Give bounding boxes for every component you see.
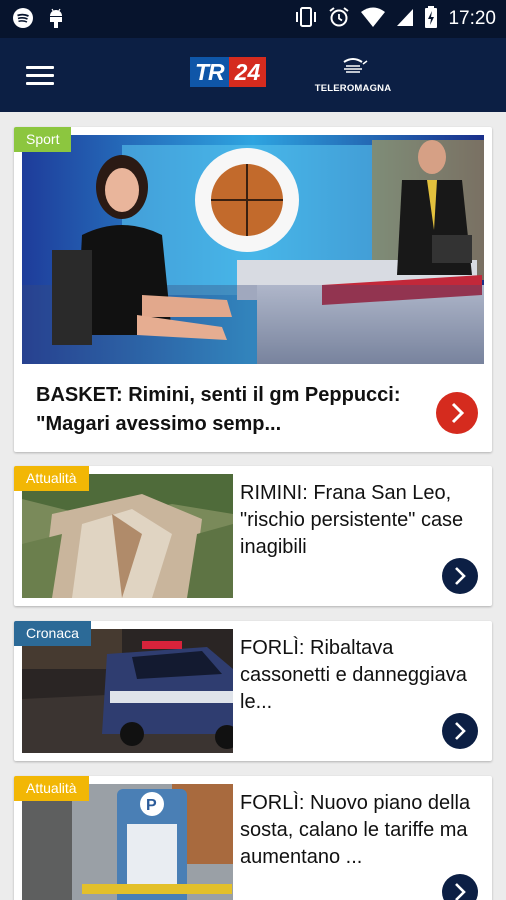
article-open-button[interactable] bbox=[442, 874, 478, 900]
teleromagna-emblem-icon bbox=[343, 58, 368, 73]
hamburger-icon[interactable] bbox=[26, 66, 54, 86]
article-image[interactable]: P bbox=[22, 784, 233, 900]
logo-tr-text: TR bbox=[190, 57, 229, 87]
chevron-right-icon bbox=[455, 883, 466, 900]
article-image[interactable] bbox=[22, 474, 233, 598]
chevron-right-icon bbox=[451, 402, 465, 424]
battery-icon bbox=[424, 5, 438, 34]
chevron-right-icon bbox=[455, 722, 466, 740]
wifi-icon bbox=[360, 6, 386, 33]
android-icon bbox=[46, 7, 66, 34]
article-card[interactable]: Cronaca FORLÌ: Ribaltava cassonetti e da… bbox=[14, 621, 492, 761]
app-bar: TR 24 TELEROMAGNA bbox=[0, 38, 506, 112]
teleromagna-logo: TELEROMAGNA bbox=[308, 56, 398, 94]
featured-image[interactable] bbox=[22, 135, 484, 364]
featured-title[interactable]: BASKET: Rimini, senti il gm Peppucci: "M… bbox=[36, 381, 416, 439]
category-tag: Attualità bbox=[14, 776, 89, 801]
category-tag: Sport bbox=[14, 127, 72, 152]
alarm-icon bbox=[328, 6, 350, 33]
clock: 17:20 bbox=[448, 8, 496, 29]
status-bar: 17:20 bbox=[0, 0, 506, 38]
category-tag: Attualità bbox=[14, 466, 89, 491]
article-open-button[interactable] bbox=[442, 558, 478, 594]
article-open-button[interactable] bbox=[442, 713, 478, 749]
featured-open-button[interactable] bbox=[436, 392, 478, 434]
article-title[interactable]: RIMINI: Frana San Leo, "rischio persiste… bbox=[240, 480, 480, 561]
article-title[interactable]: FORLÌ: Nuovo piano della sosta, calano l… bbox=[240, 790, 480, 871]
article-card[interactable]: Attualità P FORLÌ: Nuovo piano della sos… bbox=[14, 776, 492, 900]
category-tag: Cronaca bbox=[14, 621, 91, 646]
vibrate-icon bbox=[294, 6, 318, 33]
teleromagna-text: TELEROMAGNA bbox=[314, 83, 392, 94]
chevron-right-icon bbox=[455, 567, 466, 585]
article-card[interactable]: Attualità RIMINI: Frana San Leo, "rischi… bbox=[14, 466, 492, 606]
tr24-logo[interactable]: TR 24 bbox=[190, 57, 267, 87]
spotify-icon bbox=[12, 7, 34, 34]
featured-article-card[interactable]: Sport BASKET: Rimini, senti il gm Peppuc… bbox=[14, 127, 492, 452]
svg-text:P: P bbox=[146, 797, 157, 814]
article-title[interactable]: FORLÌ: Ribaltava cassonetti e danneggiav… bbox=[240, 635, 480, 716]
logo-24-text: 24 bbox=[228, 57, 267, 87]
signal-icon bbox=[396, 6, 414, 33]
article-image[interactable] bbox=[22, 629, 233, 753]
